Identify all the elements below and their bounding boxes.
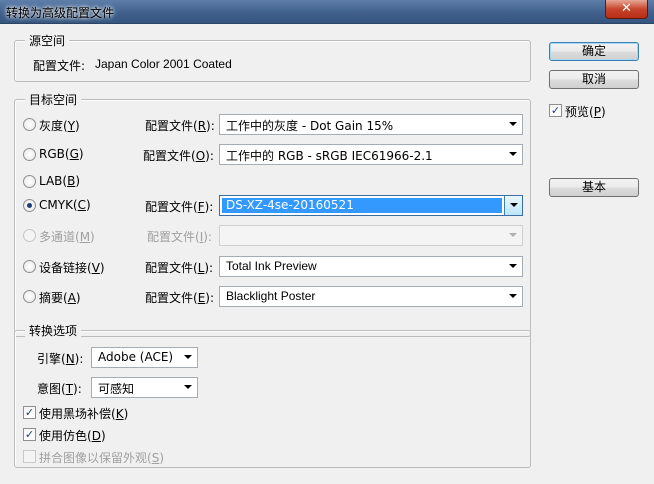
flatten-image-label: 拼合图像以保留外观(S) (39, 451, 164, 465)
profile-label-multichannel: 配置文件(I): (147, 230, 212, 244)
profile-value-gray: 工作中的灰度 - Dot Gain 15% (226, 119, 394, 133)
radio-multichannel (23, 229, 36, 242)
dither-label[interactable]: 使用仿色(D) (39, 427, 106, 444)
profile-value-rgb: 工作中的 RGB - sRGB IEC61966-2.1 (226, 149, 433, 163)
intent-value: 可感知 (98, 382, 135, 396)
conversion-options-legend: 转换选项 (25, 322, 82, 339)
preview-label[interactable]: 预览(P) (565, 103, 606, 120)
dropdown-button[interactable] (504, 196, 522, 215)
profile-value-device-link: Total Ink Preview (226, 259, 317, 273)
engine-select[interactable]: Adobe (ACE) (91, 347, 198, 368)
conversion-options-group: 转换选项 引擎(N): Adobe (ACE) 意图(T): 可感知 ✓ 使用黑… (14, 322, 531, 468)
profile-label-abstract: 配置文件(E): (145, 291, 215, 305)
profile-select-multichannel (219, 225, 523, 246)
target-space-legend: 目标空间 (25, 91, 82, 108)
profile-select-rgb[interactable]: 工作中的 RGB - sRGB IEC61966-2.1 (219, 144, 523, 165)
radio-abstract-label[interactable]: 摘要(A) (39, 289, 81, 306)
radio-rgb-label[interactable]: RGB(G) (39, 147, 84, 161)
title-bar: 转换为高级配置文件 ✕ (0, 0, 654, 24)
close-button[interactable]: ✕ (605, 0, 648, 19)
target-space-group: 目标空间 灰度(Y) 配置文件(R): 工作中的灰度 - Dot Gain 15… (14, 91, 531, 337)
chevron-down-icon (184, 385, 192, 389)
profile-select-cmyk[interactable]: DS-XZ-4se-20160521 (219, 195, 523, 216)
radio-cmyk[interactable] (23, 199, 36, 212)
profile-value-cmyk: DS-XZ-4se-20160521 (222, 198, 502, 213)
cancel-button[interactable]: 取消 (549, 70, 639, 89)
radio-cmyk-label[interactable]: CMYK(C) (39, 198, 91, 212)
intent-select[interactable]: 可感知 (91, 377, 198, 398)
radio-gray-label[interactable]: 灰度(Y) (39, 117, 80, 134)
profile-label-rgb: 配置文件(O): (143, 149, 214, 163)
radio-lab[interactable] (23, 175, 36, 188)
radio-device-link-label[interactable]: 设备链接(V) (39, 259, 105, 276)
dialog-client: 源空间 配置文件: Japan Color 2001 Coated 目标空间 灰… (0, 24, 654, 484)
radio-multichannel-label: 多通道(M) (39, 230, 95, 244)
black-point-compensation-checkbox[interactable]: ✓ (23, 406, 36, 419)
chevron-down-icon (510, 203, 518, 207)
profile-label-device-link: 配置文件(L): (145, 261, 214, 275)
profile-label-gray: 配置文件(R): (145, 119, 215, 133)
profile-value-abstract: Blacklight Poster (226, 289, 316, 303)
source-space-group: 源空间 配置文件: Japan Color 2001 Coated (14, 32, 531, 82)
engine-value: Adobe (ACE) (98, 350, 174, 364)
profile-select-gray[interactable]: 工作中的灰度 - Dot Gain 15% (219, 114, 523, 135)
engine-label: 引擎(N): (37, 352, 84, 366)
radio-abstract[interactable] (23, 290, 36, 303)
profile-select-abstract[interactable]: Blacklight Poster (219, 286, 523, 307)
chevron-down-icon (509, 264, 517, 268)
radio-rgb[interactable] (23, 148, 36, 161)
flatten-image-checkbox (23, 450, 36, 463)
chevron-down-icon (509, 152, 517, 156)
preview-checkbox[interactable]: ✓ (549, 104, 562, 117)
chevron-down-icon (509, 122, 517, 126)
check-icon: ✓ (550, 104, 561, 117)
dither-checkbox[interactable]: ✓ (23, 428, 36, 441)
basic-button[interactable]: 基本 (549, 178, 639, 197)
ok-button[interactable]: 确定 (549, 42, 639, 61)
chevron-down-icon (184, 355, 192, 359)
close-icon: ✕ (621, 1, 632, 16)
intent-label: 意图(T): (37, 382, 82, 396)
chevron-down-icon (509, 294, 517, 298)
window-title: 转换为高级配置文件 (6, 6, 115, 20)
source-profile-value: Japan Color 2001 Coated (95, 57, 232, 71)
source-profile-label: 配置文件: (33, 59, 86, 73)
check-icon: ✓ (24, 406, 35, 419)
profile-select-device-link[interactable]: Total Ink Preview (219, 256, 523, 277)
radio-lab-label[interactable]: LAB(B) (39, 174, 80, 188)
radio-device-link[interactable] (23, 260, 36, 273)
black-point-compensation-label[interactable]: 使用黑场补偿(K) (39, 405, 128, 422)
source-space-legend: 源空间 (25, 32, 70, 49)
check-icon: ✓ (24, 428, 35, 441)
radio-gray[interactable] (23, 118, 36, 131)
chevron-down-icon (509, 233, 517, 237)
profile-label-cmyk: 配置文件(F): (145, 200, 214, 214)
